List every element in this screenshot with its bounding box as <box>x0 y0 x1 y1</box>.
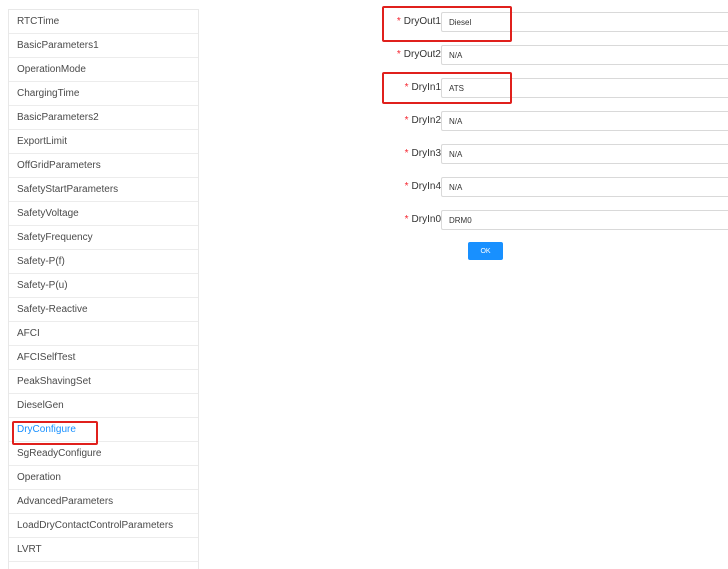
dryin1-input[interactable] <box>441 78 728 98</box>
required-mark: * <box>396 16 401 27</box>
sidebar-item-offgridparameters[interactable]: OffGridParameters <box>9 154 198 178</box>
form-row-dryout2: * DryOut2 <box>380 45 728 65</box>
form-row-dryin1: * DryIn1 <box>380 78 728 98</box>
ok-button[interactable]: OK <box>468 242 503 260</box>
sidebar-item-lvrt[interactable]: LVRT <box>9 538 198 562</box>
dryout1-input[interactable] <box>441 12 728 32</box>
dryin4-input[interactable] <box>441 177 728 197</box>
dryout1-label: * DryOut1 <box>396 16 441 27</box>
sidebar-item-basicparameters1[interactable]: BasicParameters1 <box>9 34 198 58</box>
required-mark: * <box>404 214 409 225</box>
sidebar-item-safetystartparameters[interactable]: SafetyStartParameters <box>9 178 198 202</box>
dry-configure-form: *DryOut1 *DryOut2 *DryIn1 *DryIn2 *DryIn… <box>380 0 728 280</box>
form-row-dryout1: * DryOut1 <box>380 12 728 32</box>
dryin2-input[interactable] <box>441 111 728 131</box>
sidebar-item-basicparameters2[interactable]: BasicParameters2 <box>9 106 198 130</box>
dryin0-label: * DryIn0 <box>404 214 441 225</box>
sidebar-item-operation[interactable]: Operation <box>9 466 198 490</box>
sidebar-item-peakshavingset[interactable]: PeakShavingSet <box>9 370 198 394</box>
sidebar-item-afci[interactable]: AFCI <box>9 322 198 346</box>
sidebar-item-safety-pu[interactable]: Safety-P(u) <box>9 274 198 298</box>
sidebar-item-advancedparameters[interactable]: AdvancedParameters <box>9 490 198 514</box>
dryin2-label: * DryIn2 <box>404 115 441 126</box>
sidebar-item-rtctime[interactable]: RTCTime <box>9 10 198 34</box>
form-row-dryin4: * DryIn4 <box>380 177 728 197</box>
required-mark: * <box>396 49 401 60</box>
dryout2-input[interactable] <box>441 45 728 65</box>
sidebar-item-safetyvoltage[interactable]: SafetyVoltage <box>9 202 198 226</box>
required-mark: * <box>404 82 409 93</box>
dryin3-label: * DryIn3 <box>404 148 441 159</box>
dryin3-input[interactable] <box>441 144 728 164</box>
required-mark: * <box>404 115 409 126</box>
sidebar-item-safety-pf[interactable]: Safety-P(f) <box>9 250 198 274</box>
sidebar-item-chargingtime[interactable]: ChargingTime <box>9 82 198 106</box>
form-row-dryin0: * DryIn0 <box>380 210 728 230</box>
sidebar-item-operationmode[interactable]: OperationMode <box>9 58 198 82</box>
sidebar-item-exportlimit[interactable]: ExportLimit <box>9 130 198 154</box>
sidebar-item-safetyfrequency[interactable]: SafetyFrequency <box>9 226 198 250</box>
sidebar-item-dieselgen[interactable]: DieselGen <box>9 394 198 418</box>
dryin0-input[interactable] <box>441 210 728 230</box>
dryin4-label: * DryIn4 <box>404 181 441 192</box>
form-row-dryin3: * DryIn3 <box>380 144 728 164</box>
form-row-dryin2: * DryIn2 <box>380 111 728 131</box>
required-mark: * <box>404 181 409 192</box>
required-mark: * <box>404 148 409 159</box>
dryin1-label: * DryIn1 <box>404 82 441 93</box>
sidebar-item-safety-reactive[interactable]: Safety-Reactive <box>9 298 198 322</box>
sidebar-item-loaddrycontactcontrolparameters[interactable]: LoadDryContactControlParameters <box>9 514 198 538</box>
sidebar-item-sgreadyconfigure[interactable]: SgReadyConfigure <box>9 442 198 466</box>
dryout2-label: * DryOut2 <box>396 49 441 60</box>
sidebar-item-afciselftest[interactable]: AFCISelfTest <box>9 346 198 370</box>
sidebar-item-dryconfigure[interactable]: DryConfigure <box>9 418 198 442</box>
settings-sidebar: RTCTime BasicParameters1 OperationMode C… <box>8 9 199 569</box>
